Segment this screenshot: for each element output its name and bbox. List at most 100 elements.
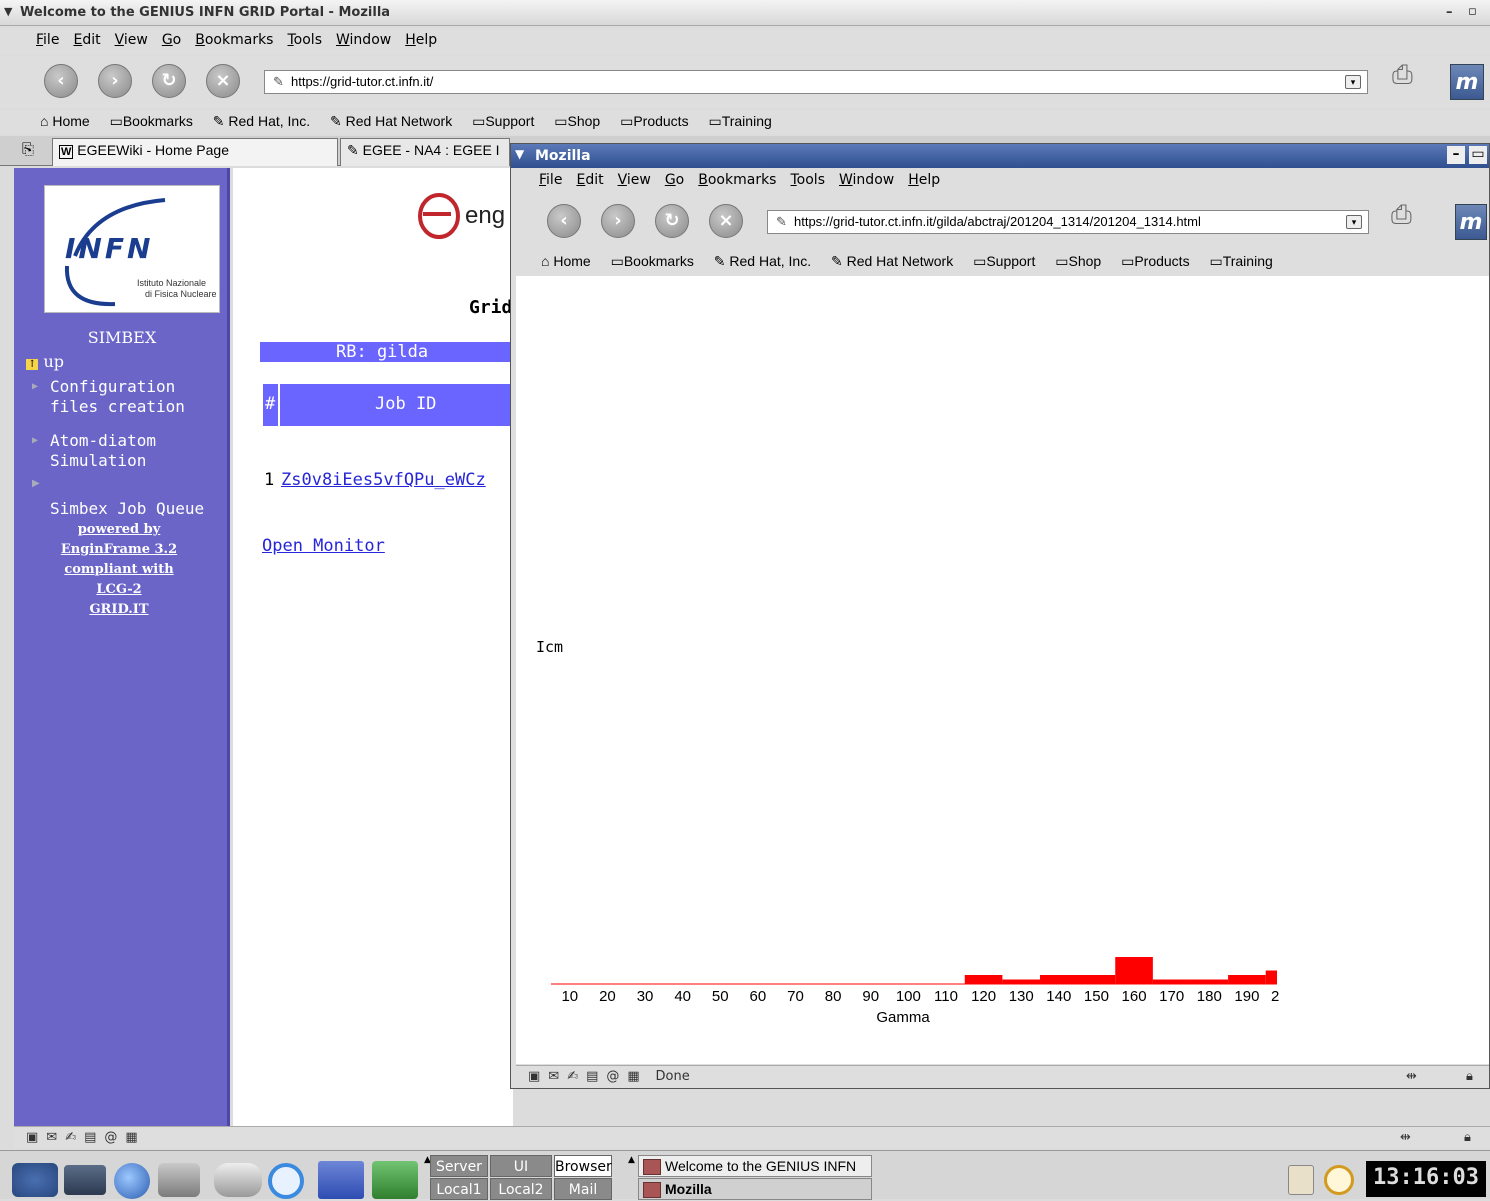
reload-button[interactable]: ↻: [152, 64, 186, 98]
popup-menu-help[interactable]: Help: [908, 172, 940, 188]
bookmark-support[interactable]: ▭Support: [472, 113, 542, 129]
popup-bookmark-training[interactable]: ▭Training: [1209, 253, 1280, 269]
popup-menu-window[interactable]: Window: [839, 172, 894, 188]
sidebar-up-link[interactable]: ↑ up: [26, 352, 64, 371]
main-url-field[interactable]: ✎ https://grid-tutor.ct.infn.it/ ▾: [264, 70, 1368, 94]
irc-icon[interactable]: @: [104, 1130, 117, 1145]
menu-edit[interactable]: Edit: [73, 32, 100, 48]
forward-button[interactable]: ›: [98, 64, 132, 98]
file-search-icon[interactable]: [268, 1163, 304, 1199]
package-icon[interactable]: [372, 1161, 418, 1199]
task-genius-portal[interactable]: Welcome to the GENIUS INFN: [638, 1155, 872, 1177]
calendar-icon[interactable]: ▦: [627, 1069, 639, 1084]
popup-bookmark-products[interactable]: ▭Products: [1121, 253, 1197, 269]
addressbook-icon[interactable]: ▤: [84, 1130, 96, 1145]
mail-icon[interactable]: ✉: [548, 1069, 559, 1084]
popup-url-field[interactable]: ✎ https://grid-tutor.ct.infn.it/gilda/ab…: [767, 210, 1369, 234]
tab-egee-na4[interactable]: ✎ EGEE - NA4 : EGEE I: [340, 138, 510, 166]
open-monitor-link[interactable]: Open Monitor: [262, 536, 385, 556]
popup-titlebar[interactable]: ▼ Mozilla – ▭: [511, 144, 1489, 168]
pager-local1[interactable]: Local1: [430, 1178, 488, 1200]
gridit-link[interactable]: GRID.IT: [4, 600, 234, 620]
pager-browser[interactable]: Browser: [554, 1155, 612, 1177]
addressbook-icon[interactable]: ▤: [586, 1069, 598, 1084]
alarm-clock-icon[interactable]: [1324, 1165, 1354, 1195]
popup-minimize-icon[interactable]: –: [1447, 146, 1465, 164]
job-id-link[interactable]: Zs0v8iEes5vfQPu_eWCz: [281, 470, 486, 490]
gimp-icon[interactable]: [214, 1163, 262, 1197]
popup-reload-button[interactable]: ↻: [655, 204, 689, 238]
url-dropdown-icon[interactable]: ▾: [1345, 75, 1361, 89]
url-dropdown-icon[interactable]: ▾: [1346, 215, 1362, 229]
mozilla-status-icon[interactable]: ▣: [528, 1069, 540, 1084]
enginframe-link[interactable]: EnginFrame 3.2: [4, 540, 234, 560]
pager-mail[interactable]: Mail: [554, 1178, 612, 1200]
popup-menu-go[interactable]: Go: [665, 172, 684, 188]
popup-print-icon[interactable]: ⎙: [1391, 200, 1412, 231]
popup-menu-tools[interactable]: Tools: [790, 172, 825, 188]
taskbar-clock[interactable]: 13:16:03: [1366, 1161, 1486, 1197]
compliant-link[interactable]: compliant with: [4, 560, 234, 580]
menu-view[interactable]: View: [115, 32, 148, 48]
composer-icon[interactable]: ✍: [65, 1130, 76, 1145]
pager-server[interactable]: Server: [430, 1155, 488, 1177]
bookmark-bookmarks[interactable]: ▭Bookmarks: [110, 113, 201, 129]
klipper-icon[interactable]: [1288, 1165, 1314, 1195]
popup-stop-button[interactable]: ×: [709, 204, 743, 238]
bookmark-products[interactable]: ▭Products: [620, 113, 696, 129]
popup-bookmark-support[interactable]: ▭Support: [973, 253, 1043, 269]
pager-ui[interactable]: UI: [490, 1155, 552, 1177]
menu-tools[interactable]: Tools: [287, 32, 322, 48]
popup-menu-view[interactable]: View: [618, 172, 651, 188]
window-menu-icon[interactable]: ▼: [4, 5, 12, 18]
bookmark-redhat[interactable]: ✎ Red Hat, Inc.: [213, 113, 318, 129]
popup-menu-edit[interactable]: Edit: [576, 172, 603, 188]
task-mozilla[interactable]: Mozilla: [638, 1178, 872, 1200]
calculator-icon[interactable]: [318, 1161, 364, 1199]
calendar-icon[interactable]: ▦: [125, 1130, 137, 1145]
main-window-titlebar[interactable]: ▼ Welcome to the GENIUS INFN GRID Portal…: [0, 0, 1490, 26]
bookmark-rhn[interactable]: ✎ Red Hat Network: [330, 113, 460, 129]
sidebar-item-atom-diatom[interactable]: ▶ Atom-diatom Simulation: [32, 431, 156, 471]
mozilla-status-icon[interactable]: ▣: [26, 1130, 38, 1145]
popup-bookmark-redhat[interactable]: ✎ Red Hat, Inc.: [714, 253, 819, 269]
menu-bookmarks[interactable]: Bookmarks: [195, 32, 273, 48]
tasklist-arrow-icon[interactable]: ▲: [628, 1155, 635, 1165]
popup-window-menu-icon[interactable]: ▼: [515, 147, 524, 161]
popup-bookmark-home[interactable]: ⌂ Home: [541, 253, 599, 269]
popup-menu-bookmarks[interactable]: Bookmarks: [698, 172, 776, 188]
bookmark-home[interactable]: ⌂ Home: [40, 113, 98, 129]
tab-egeewiki[interactable]: W EGEEWiki - Home Page: [52, 138, 338, 166]
powered-by-link[interactable]: powered by: [4, 520, 234, 540]
popup-back-button[interactable]: ‹: [547, 204, 581, 238]
network-icon[interactable]: [158, 1163, 200, 1197]
desktop-icon[interactable]: [64, 1165, 106, 1195]
popup-bookmark-shop[interactable]: ▭Shop: [1055, 253, 1109, 269]
kde-menu-icon[interactable]: [12, 1163, 58, 1197]
sidebar-item-configuration[interactable]: ▶ Configuration files creation: [32, 377, 185, 417]
stop-button[interactable]: ×: [206, 64, 240, 98]
menu-help[interactable]: Help: [405, 32, 437, 48]
sidebar-item-job-queue[interactable]: Simbex Job Queue: [50, 476, 230, 519]
popup-menu-file[interactable]: File: [539, 172, 562, 188]
popup-maximize-icon[interactable]: ▭: [1469, 146, 1487, 164]
bookmark-training[interactable]: ▭Training: [708, 113, 779, 129]
print-icon[interactable]: ⎙: [1392, 60, 1413, 91]
new-tab-icon[interactable]: ⎘: [22, 140, 34, 158]
back-button[interactable]: ‹: [44, 64, 78, 98]
popup-forward-button[interactable]: ›: [601, 204, 635, 238]
popup-bookmark-rhn[interactable]: ✎ Red Hat Network: [831, 253, 961, 269]
mail-icon[interactable]: ✉: [46, 1130, 57, 1145]
menu-go[interactable]: Go: [162, 32, 181, 48]
composer-icon[interactable]: ✍: [567, 1069, 578, 1084]
browser-globe-icon[interactable]: [114, 1163, 150, 1199]
maximize-icon[interactable]: ▫: [1468, 4, 1477, 19]
popup-bookmark-bookmarks[interactable]: ▭Bookmarks: [611, 253, 702, 269]
pager-local2[interactable]: Local2: [490, 1178, 552, 1200]
bookmark-shop[interactable]: ▭Shop: [554, 113, 608, 129]
minimize-icon[interactable]: –: [1446, 5, 1453, 20]
menu-file[interactable]: File: [36, 32, 59, 48]
irc-icon[interactable]: @: [606, 1069, 619, 1084]
lcg2-link[interactable]: LCG-2: [4, 580, 234, 600]
menu-window[interactable]: Window: [336, 32, 391, 48]
